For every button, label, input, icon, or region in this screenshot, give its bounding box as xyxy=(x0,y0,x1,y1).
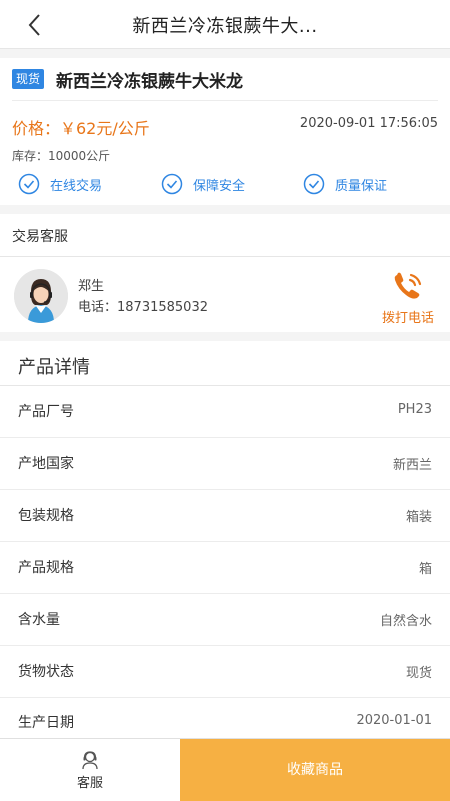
product-summary-card: 现货 新西兰冷冻银蕨牛大米龙 价格：￥62元/公斤 2020-09-01 17:… xyxy=(0,58,450,205)
stock-status-badge: 现货 xyxy=(12,69,45,89)
check-circle-icon xyxy=(303,173,325,195)
contact-phone: 电话：18731585032 xyxy=(78,300,208,315)
detail-label: 生产日期 xyxy=(18,715,74,731)
favorite-product-button[interactable]: 收藏商品 xyxy=(180,739,450,801)
bottom-action-bar: 客服 收藏商品 xyxy=(0,738,450,801)
customer-service-icon xyxy=(82,751,98,770)
detail-label: 包装规格 xyxy=(18,508,74,524)
feature-quality: 质量保证 xyxy=(303,173,387,195)
product-name: 新西兰冷冻银蕨牛大米龙 xyxy=(56,72,243,92)
feature-online-trade: 在线交易 xyxy=(18,173,102,195)
section-title: 交易客服 xyxy=(12,229,68,245)
detail-label: 产品规格 xyxy=(18,560,74,576)
customer-service-label: 客服 xyxy=(76,776,103,791)
detail-value: PH23 xyxy=(397,402,432,417)
customer-service-button[interactable]: 客服 xyxy=(0,739,180,801)
detail-row: 货物状态 现货 xyxy=(0,646,450,698)
call-button-label: 拨打电话 xyxy=(381,311,434,326)
product-details-section: 产品详情 产品厂号 PH23 产地国家 新西兰 包装规格 箱装 产品规格 箱 含… xyxy=(0,341,450,749)
contact-name: 郑生 xyxy=(78,279,105,294)
detail-value: 现货 xyxy=(405,666,432,681)
detail-label: 货物状态 xyxy=(18,664,74,680)
publish-time: 2020-09-01 17:56:05 xyxy=(299,116,438,131)
stock-quantity: 库存：10000公斤 xyxy=(12,149,111,163)
service-section-header: 交易客服 xyxy=(0,214,450,257)
detail-value: 箱 xyxy=(418,562,432,577)
call-button[interactable]: 拨打电话 xyxy=(378,271,438,326)
phone-icon xyxy=(394,272,422,299)
detail-value: 箱装 xyxy=(405,510,432,525)
divider xyxy=(12,100,438,101)
detail-row: 产地国家 新西兰 xyxy=(0,438,450,490)
check-circle-icon xyxy=(161,173,183,195)
product-price: 价格：￥62元/公斤 xyxy=(12,119,150,138)
top-navigation-bar: 新西兰冷冻银蕨牛大... xyxy=(0,0,450,49)
feature-label: 在线交易 xyxy=(50,178,103,194)
section-title: 产品详情 xyxy=(18,357,90,378)
customer-service-avatar-icon xyxy=(14,269,68,323)
feature-label: 质量保证 xyxy=(335,178,388,194)
detail-row: 包装规格 箱装 xyxy=(0,490,450,542)
feature-label: 保障安全 xyxy=(193,178,246,194)
detail-value: 自然含水 xyxy=(379,614,432,629)
detail-row: 产品规格 箱 xyxy=(0,542,450,594)
feature-list: 在线交易 保障安全 质量保证 xyxy=(18,173,438,195)
feature-secure: 保障安全 xyxy=(161,173,245,195)
detail-label: 产品厂号 xyxy=(18,404,74,420)
avatar xyxy=(14,269,68,323)
detail-row: 含水量 自然含水 xyxy=(0,594,450,646)
detail-value: 2020-01-01 xyxy=(356,713,432,728)
page-title: 新西兰冷冻银蕨牛大... xyxy=(132,16,318,37)
detail-row: 产品厂号 PH23 xyxy=(0,386,450,438)
detail-label: 含水量 xyxy=(18,612,60,628)
check-circle-icon xyxy=(18,173,40,195)
contact-card: 郑生 电话：18731585032 拨打电话 xyxy=(0,257,450,332)
detail-value: 新西兰 xyxy=(392,458,432,473)
detail-label: 产地国家 xyxy=(18,456,74,472)
